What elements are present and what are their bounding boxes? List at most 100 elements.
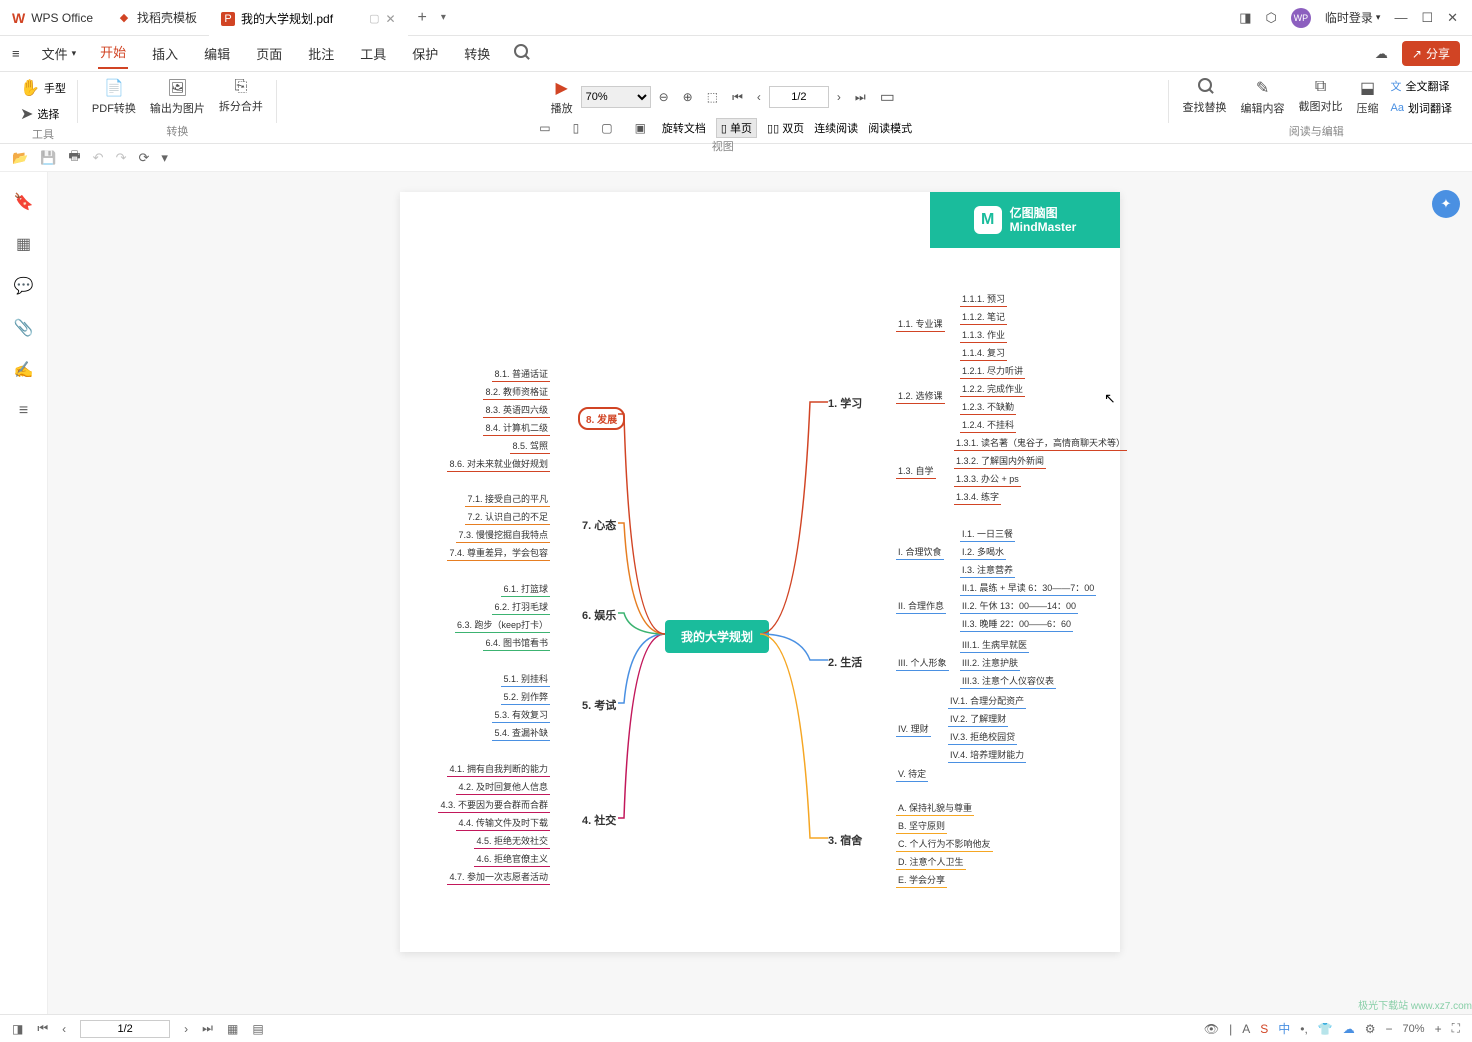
sb-next-button[interactable]: › — [184, 1022, 188, 1036]
assistant-float-button[interactable]: ✦ — [1432, 190, 1460, 218]
zoom-in-button[interactable]: ⊕ — [677, 90, 699, 104]
sb-grid-button[interactable]: ▤ — [252, 1022, 263, 1036]
menu-tools[interactable]: 工具 — [358, 40, 388, 67]
minimize-button[interactable]: — — [1394, 10, 1407, 25]
thumbnail-icon[interactable]: ▦ — [16, 234, 31, 254]
mm-node: 5.3. 有效复习 — [492, 708, 550, 723]
tab-wps-home[interactable]: W WPS Office — [0, 0, 105, 36]
undo-icon[interactable]: ↶ — [93, 150, 104, 166]
share-button[interactable]: ↗分享 — [1402, 41, 1460, 66]
menu-protect[interactable]: 保护 — [410, 40, 440, 67]
translate-full-button[interactable]: 文全文翻译 — [1387, 76, 1456, 96]
first-page-button[interactable]: ⏮ — [726, 90, 749, 105]
maximize-button[interactable]: ☐ — [1421, 10, 1433, 26]
bookmark-icon[interactable]: 🔖 — [14, 192, 34, 212]
refresh-icon[interactable]: ⟳ — [138, 150, 149, 166]
sb-zoom-in[interactable]: + — [1435, 1022, 1442, 1036]
menu-start[interactable]: 开始 — [98, 38, 128, 69]
menu-page[interactable]: 页面 — [254, 40, 284, 67]
comment-panel-icon[interactable]: 💬 — [14, 276, 34, 296]
pdf-convert-button[interactable]: 📄PDF转换 — [86, 76, 142, 118]
menu-comment[interactable]: 批注 — [306, 40, 336, 67]
zoom-out-button[interactable]: ⊖ — [653, 90, 675, 104]
rotate-button[interactable]: 旋转文档 — [662, 120, 706, 136]
signature-icon[interactable]: ✍ — [14, 360, 34, 380]
layers-icon[interactable]: ≡ — [19, 402, 28, 420]
sb-shirt-icon[interactable]: 👕 — [1318, 1022, 1333, 1036]
prev-page-button[interactable]: ‹ — [751, 90, 767, 104]
export-image-button[interactable]: 🖼输出为图片 — [144, 76, 211, 118]
page-number-input[interactable] — [769, 86, 829, 108]
sb-fullscreen-icon[interactable]: ⛶ — [1452, 1021, 1460, 1036]
tab-close-icon[interactable]: ✕ — [385, 12, 395, 26]
close-button[interactable]: ✕ — [1447, 10, 1458, 26]
user-login-button[interactable]: 临时登录▾ — [1325, 9, 1381, 26]
compress-button[interactable]: ⬓压缩 — [1351, 76, 1385, 118]
two-page-icon[interactable]: ▣ — [629, 121, 652, 135]
find-replace-button[interactable]: 查找替换 — [1177, 76, 1233, 117]
attachment-icon[interactable]: 📎 — [14, 318, 34, 338]
hand-tool-button[interactable]: ✋手型 — [16, 76, 70, 100]
main-area: 🔖 ▦ 💬 📎 ✍ ≡ M 亿图脑图MindMaster 我的大学规划 1. 学… — [0, 172, 1472, 1014]
continuous-read-button[interactable]: 连续阅读 — [814, 120, 858, 136]
sb-page-input[interactable] — [80, 1020, 170, 1038]
sb-align-icon[interactable]: •, — [1300, 1022, 1308, 1036]
translate-selection-button[interactable]: Aa划词翻译 — [1387, 98, 1456, 118]
read-mode-big-button[interactable]: ▭ — [874, 85, 901, 109]
actual-size-icon[interactable]: ▢ — [595, 121, 618, 135]
ribbon: ✋手型 ➤选择 工具 📄PDF转换 🖼输出为图片 ⎘拆分合并 转换 ▶播放 70… — [0, 72, 1472, 144]
tab-menu-icon[interactable]: ▢ — [369, 12, 379, 25]
menu-hamburger[interactable]: ≡ — [12, 46, 20, 61]
compress-icon: ⬓ — [1360, 78, 1375, 98]
select-tool-button[interactable]: ➤选择 — [16, 102, 70, 126]
edit-content-button[interactable]: ✎编辑内容 — [1235, 76, 1291, 118]
open-icon[interactable]: 📂 — [12, 150, 28, 166]
tab-templates[interactable]: ◆ 找稻壳模板 — [105, 0, 209, 36]
split-merge-button[interactable]: ⎘拆分合并 — [213, 76, 269, 116]
sb-last-page-button[interactable]: ⏭ — [202, 1021, 213, 1036]
last-page-button[interactable]: ⏭ — [849, 90, 872, 105]
fit-width-button[interactable]: ⬚ — [701, 90, 724, 104]
search-icon[interactable] — [514, 44, 528, 63]
menu-edit[interactable]: 编辑 — [202, 40, 232, 67]
save-icon[interactable]: 💾 — [40, 150, 56, 166]
cloud-icon[interactable]: ☁ — [1375, 46, 1388, 62]
sb-zoom-out[interactable]: − — [1386, 1022, 1393, 1036]
tab-document[interactable]: P 我的大学规划.pdf ▢ ✕ — [209, 0, 408, 36]
mm-node: D. 注意个人卫生 — [896, 855, 966, 870]
tab-list-button[interactable]: ▾ — [437, 12, 450, 23]
mm-node: A. 保持礼貌与尊重 — [896, 801, 974, 816]
fit-height-icon[interactable]: ▯ — [567, 121, 586, 135]
dual-page-button[interactable]: ▯▯ 双页 — [767, 120, 804, 136]
next-page-button[interactable]: › — [831, 90, 847, 104]
statusbar: ◨ ⏮ ‹ › ⏭ ▦ ▤ 👁 | A S 中 •, 👕 ☁ ⚙ − 70% +… — [0, 1014, 1472, 1042]
sb-ime-icon[interactable]: S — [1260, 1022, 1268, 1036]
avatar[interactable]: WP — [1291, 8, 1311, 28]
read-mode-button[interactable]: 阅读模式 — [868, 120, 912, 136]
menu-insert[interactable]: 插入 — [150, 40, 180, 67]
sb-eye-icon[interactable]: 👁 — [1204, 1022, 1219, 1036]
more-icon[interactable]: ▾ — [161, 150, 168, 166]
menu-file[interactable]: 文件▾ — [42, 44, 77, 63]
sb-layout-button[interactable]: ▦ — [227, 1022, 238, 1036]
template-icon: ◆ — [117, 11, 131, 25]
sb-panel-icon[interactable]: ◨ — [12, 1022, 23, 1036]
play-button[interactable]: ▶播放 — [545, 76, 579, 118]
fit-page-icon[interactable]: ▭ — [533, 121, 556, 135]
sb-prev-button[interactable]: ‹ — [62, 1022, 66, 1036]
cube-icon[interactable]: ⬡ — [1266, 10, 1277, 26]
sidebar-toggle-icon[interactable]: ◨ — [1239, 10, 1251, 26]
zoom-select[interactable]: 70% — [581, 86, 651, 108]
menu-convert[interactable]: 转换 — [462, 40, 492, 67]
sb-first-page-button[interactable]: ⏮ — [37, 1021, 48, 1036]
single-page-button[interactable]: ▯ 单页 — [716, 118, 757, 138]
document-viewport[interactable]: M 亿图脑图MindMaster 我的大学规划 1. 学习 2. 生活 3. 宿… — [48, 172, 1472, 1014]
sb-cloud-icon[interactable]: ☁ — [1343, 1022, 1355, 1036]
sb-cn-icon[interactable]: 中 — [1278, 1020, 1290, 1037]
print-icon[interactable]: 🖶 — [68, 147, 80, 169]
compare-button[interactable]: ⧉截图对比 — [1293, 76, 1349, 116]
sb-text-icon[interactable]: A — [1242, 1022, 1250, 1036]
sb-gear-icon[interactable]: ⚙ — [1365, 1022, 1376, 1036]
new-tab-button[interactable]: + — [408, 9, 437, 27]
redo-icon[interactable]: ↷ — [116, 150, 127, 166]
